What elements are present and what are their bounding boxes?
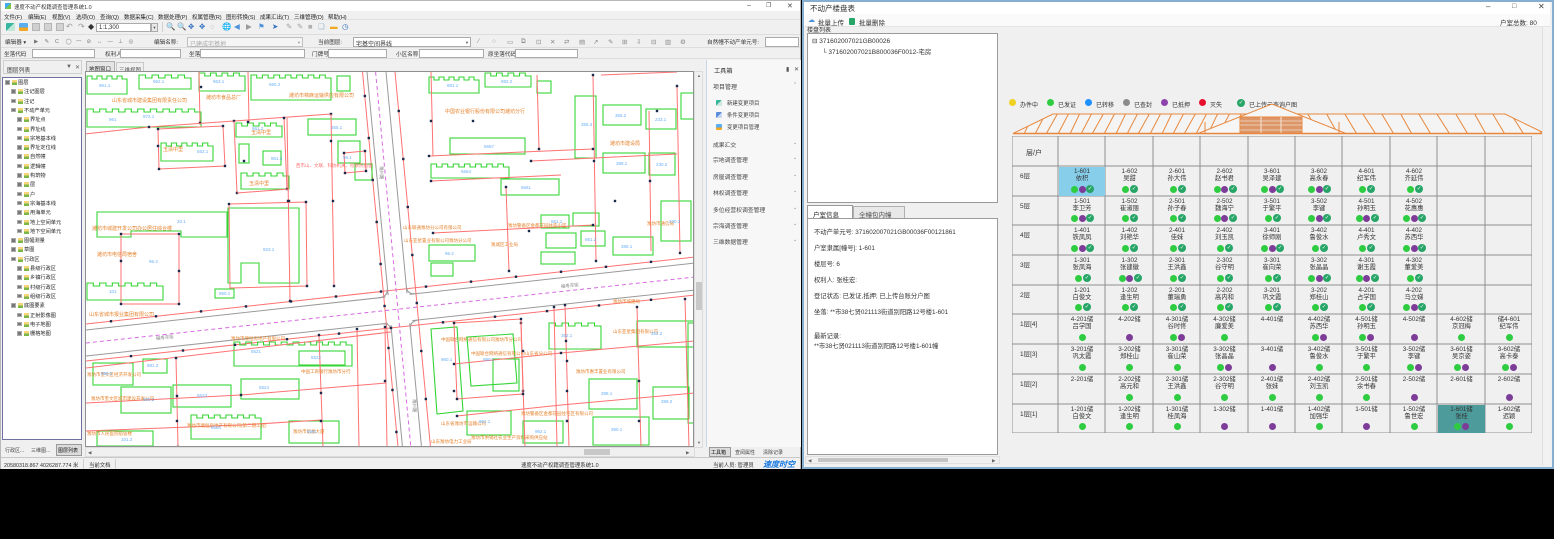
svg-text:389.1: 389.1 [621, 244, 633, 249]
svg-text:552.1: 552.1 [197, 149, 209, 154]
svg-text:潍坊市棉麻运输供应有限公司: 潍坊市棉麻运输供应有限公司 [289, 92, 354, 99]
svg-text:潍坊市奎文区经济开发公司: 潍坊市奎文区经济开发公司 [87, 371, 141, 378]
svg-text:560.2: 560.2 [269, 82, 281, 87]
svg-text:潍坊市惠丰置业有限公司: 潍坊市惠丰置业有限公司 [576, 368, 626, 375]
svg-text:中国联合网络通信有限公司山东省分公司: 中国联合网络通信有限公司山东省分公司 [471, 350, 552, 357]
svg-text:661.2: 661.2 [585, 237, 597, 242]
svg-text:中国联合网络通信有限公司潍坊市分公司: 中国联合网络通信有限公司潍坊市分公司 [441, 336, 522, 343]
svg-text:6504: 6504 [211, 425, 222, 430]
svg-text:潍坊市食品总厂: 潍坊市食品总厂 [206, 94, 241, 101]
svg-text:潍坊市城建开发公司办公居住综合楼: 潍坊市城建开发公司办公居住综合楼 [92, 225, 172, 232]
svg-text:西市山、文联、科协机关、检察院宿舍: 西市山、文联、科协机关、检察院宿舍 [296, 162, 373, 169]
svg-text:6667: 6667 [484, 144, 495, 149]
svg-text:潍坊市顺恒房地产有限公司(第二期工程): 潍坊市顺恒房地产有限公司(第二期工程) [187, 422, 267, 429]
svg-text:5521: 5521 [251, 349, 262, 354]
svg-text:山东省城市建设集团有限责任公司: 山东省城市建设集团有限责任公司 [112, 97, 187, 104]
svg-text:潍坊市城建局: 潍坊市城建局 [613, 298, 640, 305]
svg-text:881.1: 881.1 [447, 83, 459, 88]
svg-text:山东亚星置业有限公司潍坊分公司: 山东亚星置业有限公司潍坊分公司 [404, 237, 472, 244]
svg-text:962.1: 962.1 [535, 429, 547, 434]
svg-text:230.3: 230.3 [669, 219, 681, 224]
svg-text:潍坊市顺恒房地产有限公司: 潍坊市顺恒房地产有限公司 [231, 335, 285, 342]
svg-text:20.1: 20.1 [177, 219, 186, 224]
svg-text:990.1: 990.1 [483, 357, 495, 362]
svg-text:390.1: 390.1 [611, 427, 623, 432]
svg-text:潍坊市供销社农业生产资料采购供应站: 潍坊市供销社农业生产资料采购供应站 [471, 434, 548, 441]
svg-text:961: 961 [109, 117, 117, 122]
svg-text:6664: 6664 [461, 169, 472, 174]
svg-text:972.1: 972.1 [143, 114, 155, 119]
svg-text:中国农业银行股份有限公司潍坊分行: 中国农业银行股份有限公司潍坊分行 [445, 108, 525, 115]
svg-text:潍坊市建设局: 潍坊市建设局 [610, 140, 640, 147]
svg-text:661.1: 661.1 [551, 219, 563, 224]
svg-text:福寿东街: 福寿东街 [155, 333, 174, 342]
svg-text:230.2: 230.2 [656, 162, 668, 167]
svg-text:882.2: 882.2 [501, 79, 513, 84]
svg-text:山东省城市报业集团有限公司: 山东省城市报业集团有限公司 [89, 311, 154, 318]
svg-text:352.2: 352.2 [651, 331, 663, 336]
svg-text:923.1: 923.1 [263, 247, 275, 252]
svg-text:山东潍坊电力工业局: 山东潍坊电力工业局 [431, 438, 472, 445]
svg-text:961.3: 961.3 [271, 156, 283, 161]
svg-text:潍坊市电信局宿舍: 潍坊市电信局宿舍 [97, 251, 137, 258]
svg-text:101: 101 [109, 289, 117, 294]
svg-text:6561: 6561 [307, 429, 318, 434]
svg-text:5524: 5524 [259, 385, 270, 390]
svg-text:233.1: 233.1 [655, 117, 667, 122]
svg-text:潍坊警备区金都花园住宅区有限公司: 潍坊警备区金都花园住宅区有限公司 [521, 410, 593, 417]
svg-text:6661: 6661 [521, 185, 532, 190]
svg-text:880.1: 880.1 [101, 371, 113, 376]
svg-text:355.1: 355.1 [331, 125, 343, 130]
svg-text:355.2: 355.2 [615, 113, 627, 118]
svg-text:96.3: 96.3 [149, 259, 158, 264]
svg-text:玉清中里: 玉清中里 [163, 146, 183, 153]
svg-text:山东联通潍坊分公司有限公司: 山东联通潍坊分公司有限公司 [403, 224, 462, 231]
svg-text:388.1: 388.1 [616, 161, 628, 166]
svg-text:福寿东街: 福寿东街 [560, 281, 579, 290]
svg-text:5523: 5523 [197, 393, 208, 398]
svg-text:388.1: 388.1 [601, 391, 613, 396]
svg-text:96.2: 96.2 [445, 251, 454, 256]
svg-text:389.2: 389.2 [661, 399, 673, 404]
svg-text:潍州路: 潍州路 [411, 399, 418, 413]
svg-text:潍州路: 潍州路 [378, 166, 385, 180]
svg-text:101.2: 101.2 [121, 437, 133, 442]
svg-text:881.2: 881.2 [147, 363, 159, 368]
svg-text:660.2: 660.2 [143, 397, 155, 402]
svg-text:潍城区工业局: 潍城区工业局 [491, 241, 518, 248]
svg-text:961.2: 961.2 [252, 126, 264, 131]
svg-text:中国工商银行潍坊市分行: 中国工商银行潍坊市分行 [301, 368, 351, 375]
svg-text:950.1: 950.1 [219, 291, 231, 296]
svg-text:963.1: 963.1 [213, 79, 225, 84]
svg-text:96.1: 96.1 [343, 155, 352, 160]
svg-text:355.4: 355.4 [581, 122, 593, 127]
svg-text:960.1: 960.1 [441, 357, 453, 362]
svg-text:961.1: 961.1 [99, 83, 111, 88]
svg-text:352.1: 352.1 [561, 333, 573, 338]
svg-text:962.1: 962.1 [153, 79, 165, 84]
svg-text:玉清中里: 玉清中里 [249, 180, 269, 187]
svg-text:961.1: 961.1 [479, 419, 491, 424]
svg-text:5522: 5522 [311, 355, 322, 360]
svg-text:潍坊市人民医院宿舍楼: 潍坊市人民医院宿舍楼 [87, 430, 132, 437]
